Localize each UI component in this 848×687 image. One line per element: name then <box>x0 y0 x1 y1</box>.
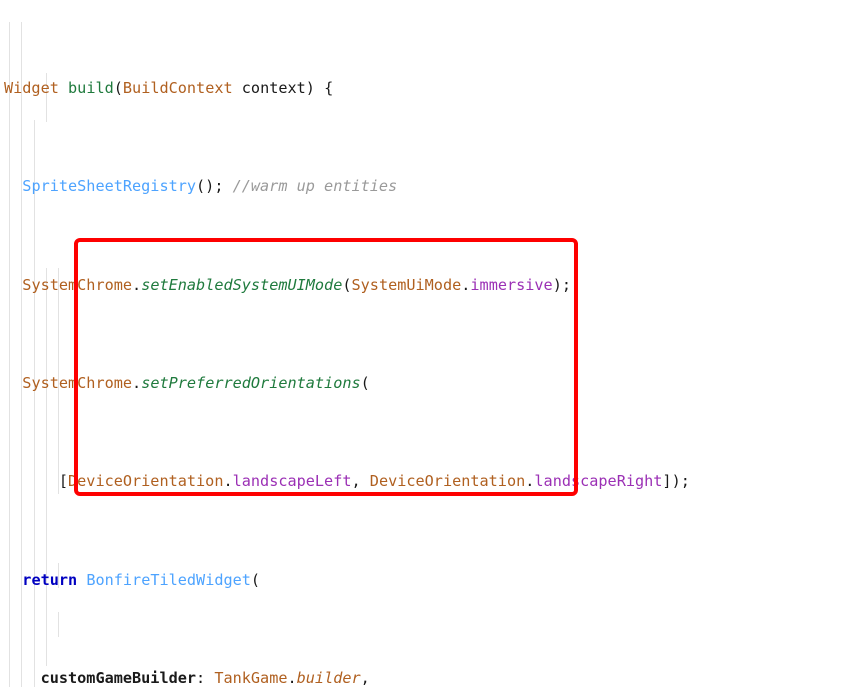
code-editor-screenshot: Widget build(BuildContext context) { Spr… <box>0 0 848 687</box>
code-line-5: [DeviceOrientation.landscapeLeft, Device… <box>4 472 690 491</box>
code-line-4: SystemChrome.setPreferredOrientations( <box>22 373 370 392</box>
code-line-1: Widget build(BuildContext context) { <box>4 78 334 97</box>
code-text-area[interactable]: Widget build(BuildContext context) { Spr… <box>0 0 848 687</box>
code-line-7: customGameBuilder: TankGame.builder, <box>40 669 370 687</box>
code-line-3: SystemChrome.setEnabledSystemUIMode(Syst… <box>22 275 571 294</box>
code-line-2: SpriteSheetRegistry(); //warm up entitie… <box>22 177 398 196</box>
code-line-6: return BonfireTiledWidget( <box>22 570 261 589</box>
